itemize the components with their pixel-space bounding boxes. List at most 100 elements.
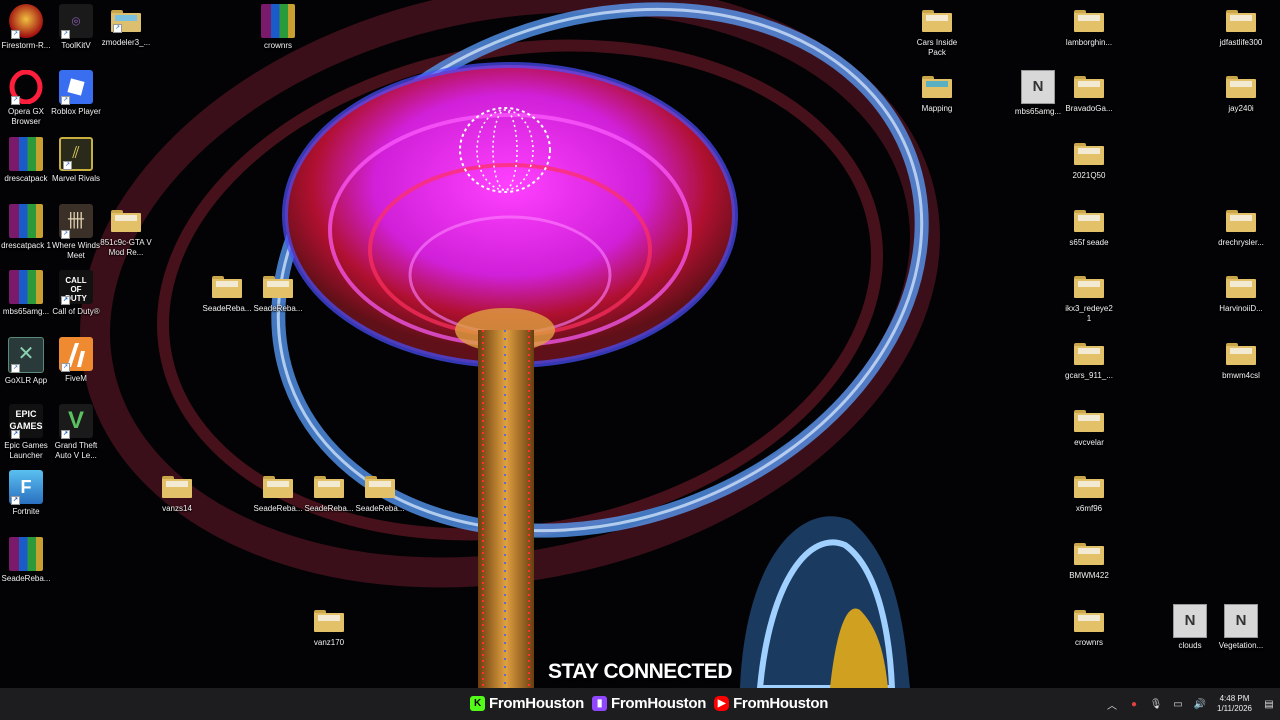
folder-icon bbox=[1226, 76, 1256, 98]
desktop-icon-fortnite[interactable]: F ↗ Fortnite bbox=[0, 470, 52, 517]
desktop-icon-jdfastlife300[interactable]: jdfastlife300 bbox=[1215, 4, 1267, 48]
desktop-icon-bmwm4csl[interactable]: bmwm4csl bbox=[1215, 337, 1267, 381]
desktop-icon-marvel-rivals[interactable]: ⫽ ↗ Marvel Rivals bbox=[50, 137, 102, 184]
desktop-icon-label: SeadeReba... bbox=[202, 304, 252, 313]
desktop-icon-zmodeler[interactable]: ↗ zmodeler3_... bbox=[100, 4, 152, 48]
desktop-icon-seadereba-folder-3[interactable]: SeadeReba... bbox=[252, 470, 304, 514]
desktop-icon-label: s65f seade bbox=[1069, 238, 1109, 247]
desktop-icon-label: drescatpack 1 bbox=[1, 241, 51, 250]
desktop-icon-bmwm422[interactable]: BMWM422 bbox=[1063, 537, 1115, 581]
desktop-icon-seadereba-folder-4[interactable]: SeadeReba... bbox=[303, 470, 355, 514]
folder-icon bbox=[1226, 343, 1256, 365]
desktop-icon-evcvelar[interactable]: evcvelar bbox=[1063, 404, 1115, 448]
winrar-archive-icon bbox=[9, 137, 43, 171]
social-handle: FromHouston bbox=[733, 694, 829, 712]
desktop-icon-seadereba-folder-5[interactable]: SeadeReba... bbox=[354, 470, 406, 514]
desktop-icon-clouds[interactable]: N clouds bbox=[1164, 604, 1216, 651]
call-of-duty-icon: CALL OF DUTY ↗ bbox=[59, 270, 93, 305]
desktop-icon-label: drescatpack bbox=[4, 174, 48, 183]
desktop-icon-goxlr[interactable]: ✕ ↗ GoXLR App bbox=[0, 337, 52, 386]
desktop-icon-ikx3[interactable]: ikx3_redeye21 bbox=[1063, 270, 1115, 324]
desktop-icon-jay240i[interactable]: jay240i bbox=[1215, 70, 1267, 114]
roblox-icon: ↗ bbox=[59, 70, 93, 105]
desktop-icon-vanzs14[interactable]: vanzs14 bbox=[151, 470, 203, 514]
desktop-icon-label: ToolKitV bbox=[61, 41, 91, 50]
desktop-icon-fivem[interactable]: ↗ FiveM bbox=[50, 337, 102, 384]
desktop-icon-seadereba-archive[interactable]: SeadeReba... bbox=[0, 537, 52, 584]
folder-icon bbox=[1074, 76, 1104, 98]
opera-gx-icon: ↗ bbox=[9, 69, 43, 105]
desktop-icon-toolkitv[interactable]: ⌾ ↗ ToolKitV bbox=[50, 4, 102, 51]
desktop-icon-vanz170[interactable]: vanz170 bbox=[303, 604, 355, 648]
desktop-icon-label: Cars Inside Pack bbox=[916, 38, 958, 57]
desktop-icon-lamborghini[interactable]: lamborghin... bbox=[1063, 4, 1115, 48]
desktop-icon-2021q50[interactable]: 2021Q50 bbox=[1063, 137, 1115, 181]
desktop-icon-vegetation[interactable]: N Vegetation... bbox=[1215, 604, 1267, 651]
desktop-icon-seadereba-folder-2[interactable]: SeadeReba... bbox=[252, 270, 304, 314]
desktop-icon-drescatpack[interactable]: drescatpack bbox=[0, 137, 52, 184]
folder-icon bbox=[111, 210, 141, 232]
youtube-icon: ▶ bbox=[714, 695, 730, 711]
desktop-icon-label: evcvelar bbox=[1074, 438, 1104, 447]
desktop-icon-label: mbs65amg... bbox=[1014, 107, 1062, 116]
desktop-icon-label: x6mf96 bbox=[1075, 504, 1103, 513]
folder-icon bbox=[1226, 276, 1256, 298]
desktop-icon-opera-gx[interactable]: ↗ Opera GX Browser bbox=[0, 69, 52, 127]
desktop-icon-where-winds-meet[interactable]: 卌 ↗ Where Winds Meet bbox=[50, 204, 102, 261]
desktop-icon-mapping[interactable]: Mapping bbox=[911, 70, 963, 114]
desktop-icon-harvinoiid[interactable]: HarvinoiiD... bbox=[1215, 270, 1267, 314]
folder-icon bbox=[1074, 276, 1104, 298]
desktop-icon-label: Firestorm-R... bbox=[1, 41, 51, 50]
desktop-icon-mbs65amg[interactable]: mbs65amg... bbox=[0, 270, 52, 317]
desktop-icon-crownrs[interactable]: crownrs bbox=[252, 4, 304, 51]
notification-icon[interactable]: ▤ bbox=[1260, 694, 1278, 714]
folder-icon bbox=[365, 476, 395, 498]
desktop-icon-mbs65amg-openiv[interactable]: N mbs65amg... bbox=[1012, 70, 1064, 117]
desktop-icon-label: ikx3_redeye21 bbox=[1065, 304, 1113, 323]
speaker-icon[interactable]: 🔊 bbox=[1191, 694, 1209, 714]
desktop-icon-label: SeadeReba... bbox=[355, 504, 405, 513]
desktop-icon-label: Call of Duty® bbox=[52, 307, 100, 316]
desktop-icon-gta-mod[interactable]: 851c9c-GTA V Mod Re... bbox=[100, 204, 152, 258]
desktop-icon-label: SeadeReba... bbox=[253, 304, 303, 313]
winrar-archive-icon bbox=[9, 270, 43, 304]
app-tray-icon[interactable]: ● bbox=[1125, 694, 1143, 714]
chevron-up-icon[interactable]: ︿ bbox=[1103, 694, 1121, 714]
desktop-icon-label: Roblox Player bbox=[51, 107, 101, 116]
fortnite-icon: F ↗ bbox=[9, 470, 43, 505]
desktop-icon-label: vanzs14 bbox=[162, 504, 192, 513]
network-icon[interactable]: ▭ bbox=[1169, 694, 1187, 714]
desktop-icon-label: SeadeReba... bbox=[1, 574, 51, 583]
desktop-icon-label: jdfastlife300 bbox=[1219, 38, 1263, 47]
social-youtube: ▶ FromHouston bbox=[714, 695, 828, 712]
desktop-icon-cars-inside-pack[interactable]: Cars Inside Pack bbox=[911, 4, 963, 58]
desktop-icon-drescatpack-1[interactable]: drescatpack 1 bbox=[0, 204, 52, 251]
desktop-icon-roblox[interactable]: ↗ Roblox Player bbox=[50, 70, 102, 117]
gta-v-icon: V ↗ bbox=[59, 404, 93, 439]
social-kick: K FromHouston bbox=[470, 695, 584, 712]
desktop-icon-bravadoga[interactable]: BravadoGa... bbox=[1063, 70, 1115, 114]
folder-icon bbox=[922, 76, 952, 98]
taskbar-clock[interactable]: 4:48 PM 1/11/2026 bbox=[1217, 694, 1252, 714]
desktop-icon-call-of-duty[interactable]: CALL OF DUTY ↗ Call of Duty® bbox=[50, 270, 102, 317]
microphone-icon[interactable]: 🎙 bbox=[1147, 694, 1165, 714]
desktop-icon-label: Mapping bbox=[921, 104, 953, 113]
desktop-icon-gcars-911[interactable]: gcars_911_... bbox=[1063, 337, 1115, 381]
desktop-icon-epic-games[interactable]: EPIC GAMES ↗ Epic Games Launcher bbox=[0, 404, 52, 461]
folder-icon bbox=[922, 10, 952, 32]
desktop-icon-crownrs-folder[interactable]: crownrs bbox=[1063, 604, 1115, 648]
desktop-icon-seadereba-folder-1[interactable]: SeadeReba... bbox=[201, 270, 253, 314]
desktop-icon-label: Grand Theft Auto V Le... bbox=[54, 441, 98, 460]
folder-icon bbox=[1074, 610, 1104, 632]
folder-icon bbox=[1074, 543, 1104, 565]
clock-date: 1/11/2026 bbox=[1217, 704, 1252, 713]
openiv-file-icon: N bbox=[1224, 604, 1258, 638]
desktop-icon-x6mf96[interactable]: x6mf96 bbox=[1063, 470, 1115, 514]
desktop-icon-s65f-seade[interactable]: s65f seade bbox=[1063, 204, 1115, 248]
desktop-icon-gta-v[interactable]: V ↗ Grand Theft Auto V Le... bbox=[50, 404, 102, 461]
desktop-icon-label: SeadeReba... bbox=[304, 504, 354, 513]
folder-icon bbox=[314, 476, 344, 498]
desktop-icon-label: Fortnite bbox=[12, 507, 40, 516]
desktop-icon-firestorm[interactable]: ↗ Firestorm-R... bbox=[0, 4, 52, 51]
desktop-icon-drechrysler[interactable]: drechrysler... bbox=[1215, 204, 1267, 248]
